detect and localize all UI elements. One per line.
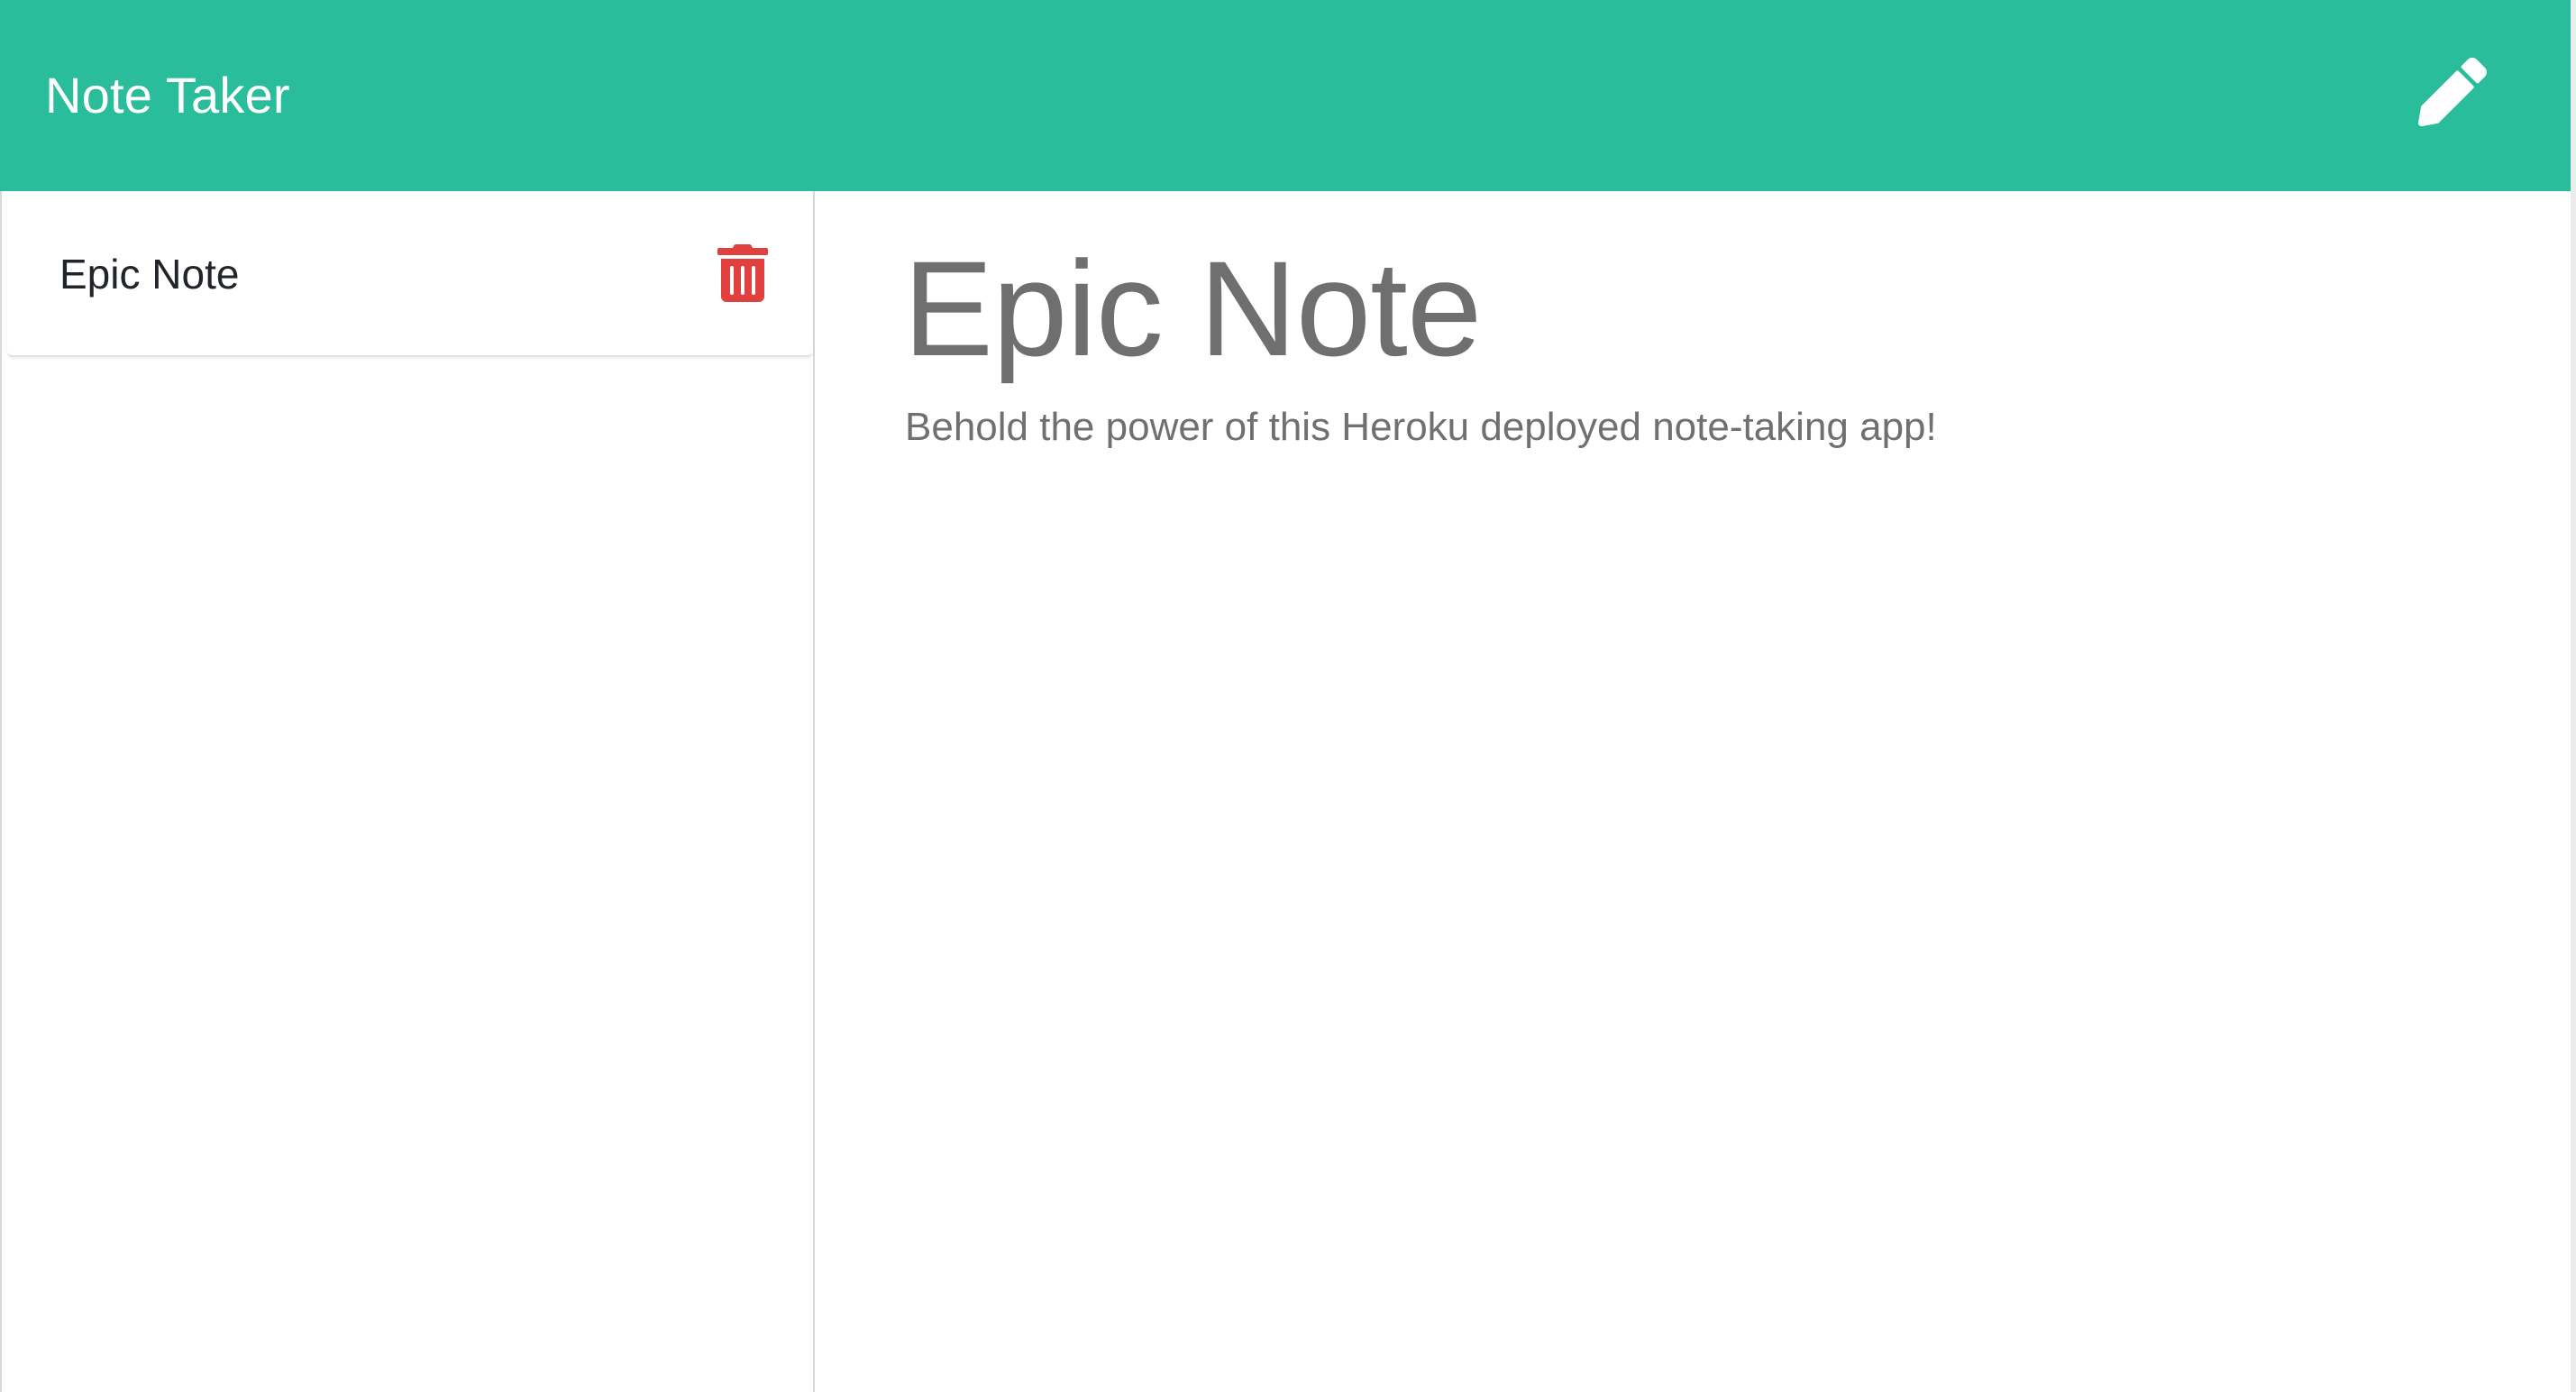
delete-note-button[interactable] bbox=[717, 243, 768, 303]
top-navbar: Note Taker bbox=[0, 0, 2571, 191]
trash-icon bbox=[717, 243, 768, 302]
note-list-title[interactable]: Epic Note bbox=[59, 249, 239, 299]
window-right-edge bbox=[2571, 0, 2576, 1392]
note-taker-page: Note Taker Epic Note Epic Note Behold th… bbox=[0, 0, 2576, 1392]
pencil-icon bbox=[2418, 58, 2487, 126]
note-editor: Epic Note Behold the power of this Herok… bbox=[815, 191, 2571, 1392]
app-title[interactable]: Note Taker bbox=[45, 65, 290, 126]
note-text-field[interactable]: Behold the power of this Heroku deployed… bbox=[905, 402, 1937, 453]
note-list-item[interactable]: Epic Note bbox=[7, 191, 813, 357]
note-title-field[interactable]: Epic Note bbox=[903, 227, 1482, 389]
new-note-button[interactable] bbox=[2416, 54, 2489, 130]
notes-sidebar: Epic Note bbox=[0, 191, 815, 1392]
